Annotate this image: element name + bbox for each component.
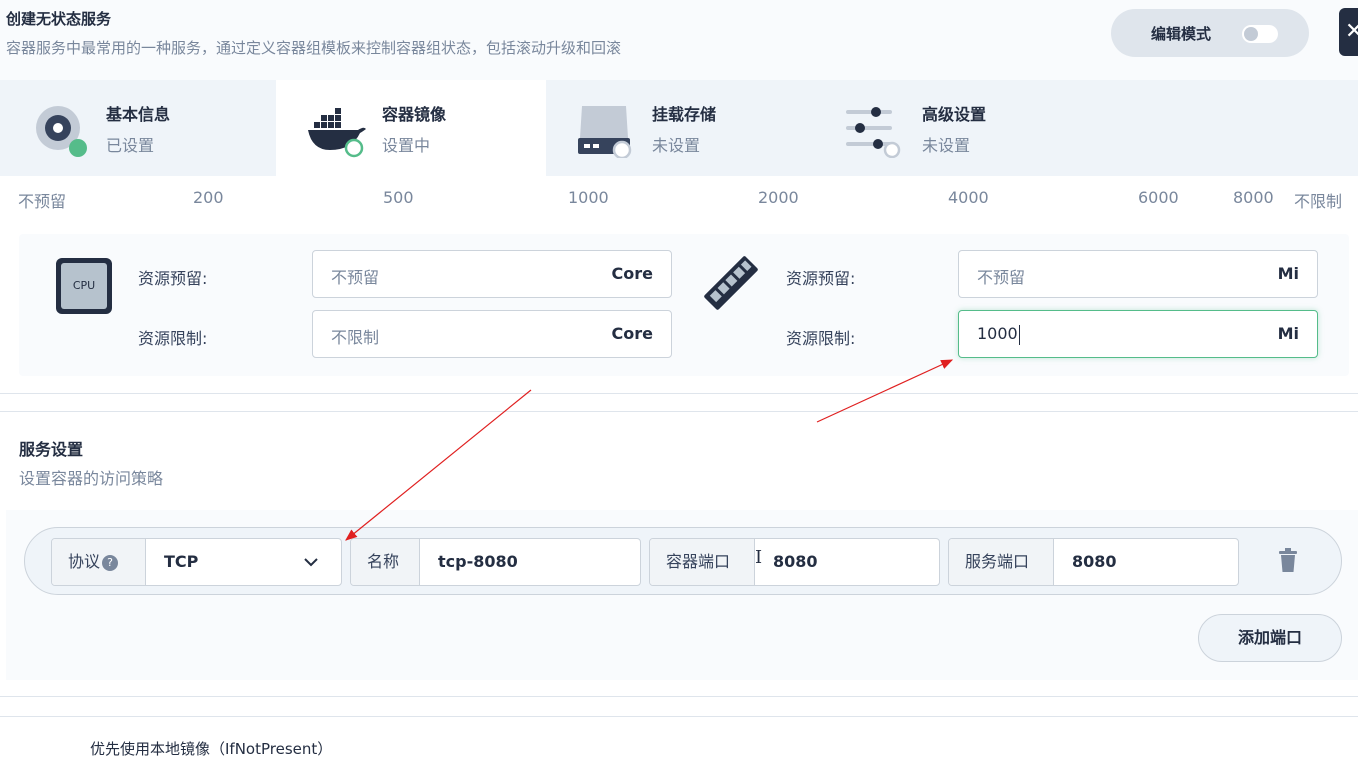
tab-basic-info[interactable]: 基本信息 已设置 (0, 80, 270, 176)
edit-mode-toggle-button[interactable]: 编辑模式 (1111, 9, 1309, 57)
page-title: 创建无状态服务 (6, 10, 112, 28)
service-settings-title: 服务设置 (19, 440, 84, 459)
service-port-label: 服务端口 (949, 539, 1054, 585)
memory-icon (704, 256, 758, 310)
tick-label[interactable]: 不限制 (1294, 188, 1342, 212)
cpu-limit-input[interactable]: 不限制 Core (312, 310, 672, 358)
section-divider (0, 716, 1358, 717)
step-status: 未设置 (922, 136, 971, 155)
chevron-down-icon (304, 558, 318, 567)
storage-drive-icon (578, 106, 632, 158)
container-port-value: 8080 (773, 552, 818, 571)
tick-label[interactable]: 6000 (1138, 188, 1179, 207)
image-pull-policy-text: 优先使用本地镜像（IfNotPresent） (90, 740, 333, 758)
cpu-request-input[interactable]: 不预留 Core (312, 250, 672, 298)
docker-whale-icon (308, 108, 366, 158)
section-divider (0, 696, 1358, 697)
step-name: 挂载存储 (652, 105, 717, 124)
cpu-unit: Core (611, 324, 653, 343)
switch-knob (1244, 27, 1258, 41)
add-port-button[interactable]: 添加端口 (1198, 614, 1342, 662)
step-status: 已设置 (106, 136, 155, 155)
service-port-field[interactable]: 服务端口 8080 (948, 538, 1239, 586)
cpu-limit-label: 资源限制: (138, 329, 208, 348)
cpu-limit-value: 不限制 (331, 328, 380, 347)
tick-label[interactable]: 500 (383, 188, 414, 207)
edit-mode-label: 编辑模式 (1151, 25, 1212, 43)
edit-mode-switch[interactable] (1242, 25, 1278, 43)
cpu-unit: Core (611, 264, 653, 283)
service-settings-subtitle: 设置容器的访问策略 (19, 469, 164, 488)
memory-request-input[interactable]: 不预留 Mi (958, 250, 1318, 298)
step-tabs: 基本信息 已设置 容器镜像 设置中 挂载存储 未设置 高级设置 未设置 (0, 80, 1358, 176)
step-name: 容器镜像 (382, 105, 447, 124)
port-name-value: tcp-8080 (438, 552, 518, 571)
section-divider (0, 393, 1358, 394)
step-name: 基本信息 (106, 105, 171, 124)
cpu-icon: CPU (56, 258, 112, 314)
protocol-value: TCP (164, 552, 199, 571)
tab-advanced-settings[interactable]: 高级设置 未设置 (816, 80, 1086, 176)
cpu-icon-text: CPU (61, 263, 107, 309)
step-status: 设置中 (382, 136, 431, 155)
step-name: 高级设置 (922, 105, 987, 124)
page-subtitle: 容器服务中最常用的一种服务，通过定义容器组模板来控制容器组状态，包括滚动升级和回… (6, 39, 622, 57)
step-status: 未设置 (652, 136, 701, 155)
memory-limit-text: 1000 (977, 324, 1018, 343)
tick-label[interactable]: 不预留 (18, 188, 66, 212)
tick-label[interactable]: 4000 (948, 188, 989, 207)
help-icon[interactable]: ? (102, 554, 119, 571)
memory-request-label: 资源预留: (786, 269, 856, 288)
modal-header: 创建无状态服务 容器服务中最常用的一种服务，通过定义容器组模板来控制容器组状态，… (0, 0, 1358, 80)
memory-limit-label: 资源限制: (786, 329, 856, 348)
tick-label[interactable]: 1000 (568, 188, 609, 207)
sliders-icon (846, 107, 901, 158)
memory-request-value: 不预留 (977, 268, 1026, 287)
tab-container-image[interactable]: 容器镜像 设置中 (276, 80, 546, 176)
text-cursor-icon: I (755, 547, 763, 568)
disc-icon (36, 106, 87, 157)
tab-mount-storage[interactable]: 挂载存储 未设置 (546, 80, 816, 176)
text-cursor (1018, 324, 1020, 345)
tick-label[interactable]: 2000 (758, 188, 799, 207)
service-port-value: 8080 (1072, 552, 1117, 571)
cpu-request-value: 不预留 (331, 268, 380, 287)
memory-unit: Mi (1277, 264, 1299, 283)
container-port-field[interactable]: 容器端口 8080 (649, 538, 940, 586)
memory-limit-value: 1000 (977, 324, 1020, 345)
protocol-prefix: 协议? (52, 539, 146, 585)
port-name-field[interactable]: 名称 tcp-8080 (350, 538, 641, 586)
protocol-select[interactable]: 协议? TCP (51, 538, 342, 586)
protocol-label: 协议 (68, 552, 101, 571)
close-icon[interactable]: ✕ (1339, 8, 1358, 56)
memory-unit: Mi (1277, 324, 1299, 343)
memory-slider-ticks: 不预留 200 500 1000 2000 4000 6000 8000 不限制 (0, 176, 1358, 216)
tick-label[interactable]: 8000 (1233, 188, 1274, 207)
cpu-request-label: 资源预留: (138, 269, 208, 288)
container-port-label: 容器端口 (650, 539, 755, 585)
section-divider (0, 411, 1358, 412)
memory-limit-input[interactable]: 1000 Mi (958, 310, 1318, 358)
trash-icon[interactable] (1277, 548, 1299, 574)
port-name-label: 名称 (351, 539, 420, 585)
tick-label[interactable]: 200 (193, 188, 224, 207)
